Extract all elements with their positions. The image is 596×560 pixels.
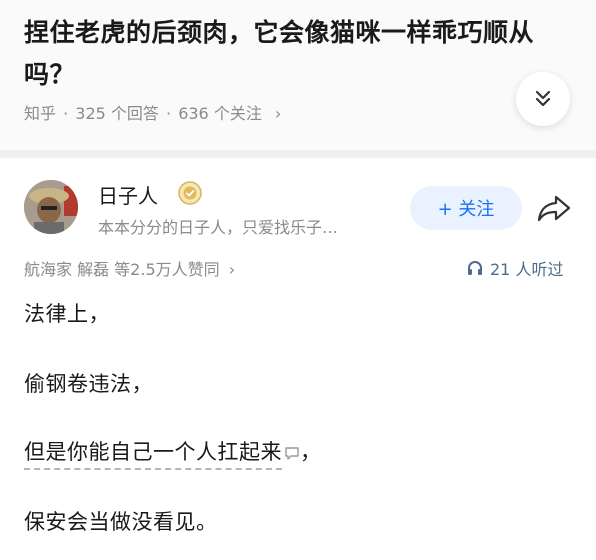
question-meta: 知乎 · 325 个回答 · 636 个关注 › <box>24 100 283 124</box>
question-header: 捏住老虎的后颈肉，它会像猫咪一样乖巧顺从吗？ 知乎 · 325 个回答 · 63… <box>0 0 596 150</box>
upvoters-arrow: › <box>228 260 236 279</box>
paragraph-3-tail: ， <box>300 440 322 464</box>
comment-icon[interactable] <box>284 446 300 460</box>
follow-button[interactable]: + 关注 <box>410 186 522 230</box>
share-icon[interactable] <box>536 193 572 223</box>
follower-count[interactable]: 636 个关注 <box>178 104 262 123</box>
answer-count[interactable]: 325 个回答 <box>75 104 159 123</box>
verified-badge-icon <box>178 181 202 205</box>
expand-button[interactable] <box>516 72 570 126</box>
upvoters-text: 航海家 解磊 等2.5万人赞同 <box>24 260 220 279</box>
commented-text[interactable]: 但是你能自己一个人扛起来 <box>24 440 282 470</box>
listen-count[interactable]: 21 人听过 <box>466 256 563 280</box>
meta-arrow: › <box>274 104 282 123</box>
source-label[interactable]: 知乎 <box>24 104 56 123</box>
answer-paragraph-3: 但是你能自己一个人扛起来 ， <box>24 436 322 470</box>
listen-text: 21 人听过 <box>490 260 564 279</box>
author-avatar[interactable] <box>24 180 78 234</box>
avatar-image <box>24 180 78 234</box>
author-bio: 本本分分的日子人，只爱找乐子… <box>98 218 339 237</box>
answer-paragraph-4: 保安会当做没看见。 <box>24 510 218 534</box>
section-divider <box>0 150 596 158</box>
headphones-icon <box>468 261 482 275</box>
question-title[interactable]: 捏住老虎的后颈肉，它会像猫咪一样乖巧顺从吗？ <box>24 12 544 96</box>
meta-separator: · <box>160 104 177 123</box>
chevron-double-down-icon <box>535 90 551 107</box>
author-name[interactable]: 日子人 <box>98 180 158 209</box>
answer-paragraph-2: 偷钢卷违法， <box>24 372 153 396</box>
upvoters-line[interactable]: 航海家 解磊 等2.5万人赞同 › <box>24 256 235 280</box>
answer-paragraph-1: 法律上， <box>24 302 110 326</box>
meta-separator: · <box>58 104 74 123</box>
